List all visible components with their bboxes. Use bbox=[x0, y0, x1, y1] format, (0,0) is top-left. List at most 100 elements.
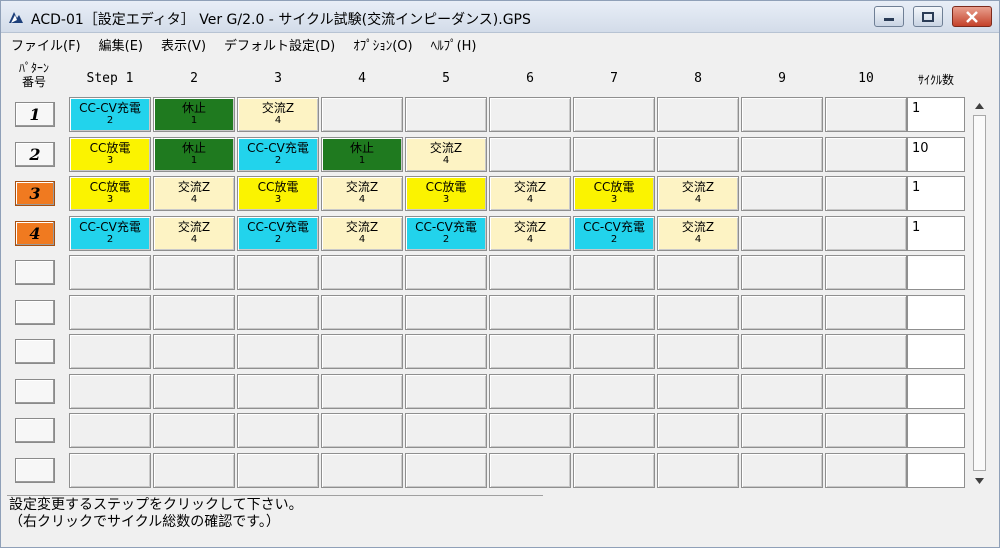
pattern-number-button[interactable] bbox=[15, 418, 55, 443]
step-cell[interactable]: CC-CV充電 2 bbox=[573, 216, 655, 251]
step-cell[interactable] bbox=[489, 374, 571, 409]
step-cell[interactable] bbox=[825, 413, 907, 448]
menu-default-settings[interactable]: デフォルト設定(D) bbox=[214, 35, 343, 54]
step-cell[interactable]: CC放電 3 bbox=[405, 176, 487, 211]
cycle-count-field[interactable]: 1 bbox=[907, 176, 965, 211]
step-cell[interactable] bbox=[69, 453, 151, 488]
step-cell[interactable] bbox=[825, 295, 907, 330]
step-cell[interactable] bbox=[69, 295, 151, 330]
step-cell[interactable] bbox=[573, 97, 655, 132]
step-cell[interactable]: CC放電 3 bbox=[69, 176, 151, 211]
step-cell[interactable] bbox=[237, 295, 319, 330]
step-cell[interactable]: 交流Z 4 bbox=[237, 97, 319, 132]
step-cell[interactable] bbox=[657, 255, 739, 290]
maximize-button[interactable] bbox=[913, 6, 943, 27]
step-cell[interactable]: 交流Z 4 bbox=[405, 137, 487, 172]
cycle-count-field[interactable] bbox=[907, 295, 965, 330]
step-cell[interactable] bbox=[69, 334, 151, 369]
step-cell[interactable] bbox=[405, 413, 487, 448]
menu-file[interactable]: ファイル(F) bbox=[1, 35, 89, 54]
step-cell[interactable] bbox=[825, 137, 907, 172]
step-cell[interactable] bbox=[741, 97, 823, 132]
step-cell[interactable] bbox=[489, 295, 571, 330]
step-cell[interactable] bbox=[657, 137, 739, 172]
step-cell[interactable] bbox=[741, 295, 823, 330]
step-cell[interactable] bbox=[405, 97, 487, 132]
step-cell[interactable] bbox=[321, 374, 403, 409]
step-cell[interactable] bbox=[741, 334, 823, 369]
step-cell[interactable] bbox=[405, 334, 487, 369]
close-button[interactable] bbox=[952, 6, 992, 27]
step-cell[interactable]: CC放電 3 bbox=[237, 176, 319, 211]
step-cell[interactable] bbox=[321, 453, 403, 488]
step-cell[interactable] bbox=[405, 453, 487, 488]
step-cell[interactable] bbox=[405, 295, 487, 330]
step-cell[interactable] bbox=[657, 97, 739, 132]
step-cell[interactable] bbox=[825, 453, 907, 488]
step-cell[interactable] bbox=[573, 334, 655, 369]
cycle-count-field[interactable] bbox=[907, 374, 965, 409]
step-cell[interactable] bbox=[237, 255, 319, 290]
step-cell[interactable] bbox=[573, 413, 655, 448]
step-cell[interactable] bbox=[237, 334, 319, 369]
pattern-number-button[interactable]: 4 bbox=[15, 221, 55, 246]
scroll-up-arrow-icon[interactable] bbox=[971, 97, 988, 114]
step-cell[interactable] bbox=[321, 255, 403, 290]
step-cell[interactable]: 休止 1 bbox=[153, 97, 235, 132]
step-cell[interactable] bbox=[69, 413, 151, 448]
cycle-count-field[interactable]: 1 bbox=[907, 97, 965, 132]
step-cell[interactable] bbox=[741, 176, 823, 211]
cycle-count-field[interactable]: 1 bbox=[907, 216, 965, 251]
step-cell[interactable] bbox=[825, 97, 907, 132]
step-cell[interactable]: 交流Z 4 bbox=[657, 176, 739, 211]
step-cell[interactable] bbox=[153, 374, 235, 409]
step-cell[interactable]: 休止 1 bbox=[321, 137, 403, 172]
step-cell[interactable] bbox=[321, 295, 403, 330]
step-cell[interactable] bbox=[825, 334, 907, 369]
step-cell[interactable] bbox=[69, 374, 151, 409]
cycle-count-field[interactable] bbox=[907, 334, 965, 369]
menu-options[interactable]: ｵﾌﾟｼｮﾝ(O) bbox=[343, 35, 420, 54]
vertical-scrollbar[interactable] bbox=[971, 97, 988, 489]
step-cell[interactable] bbox=[825, 176, 907, 211]
step-cell[interactable] bbox=[657, 374, 739, 409]
step-cell[interactable] bbox=[321, 334, 403, 369]
step-cell[interactable] bbox=[741, 255, 823, 290]
title-bar[interactable]: ACD-01［設定エディタ］ Ver G/2.0 - サイクル試験(交流インピー… bbox=[1, 1, 999, 33]
step-cell[interactable] bbox=[489, 413, 571, 448]
step-cell[interactable] bbox=[573, 295, 655, 330]
step-cell[interactable]: CC-CV充電 2 bbox=[237, 216, 319, 251]
pattern-number-button[interactable] bbox=[15, 379, 55, 404]
step-cell[interactable] bbox=[405, 255, 487, 290]
step-cell[interactable] bbox=[321, 413, 403, 448]
step-cell[interactable] bbox=[237, 413, 319, 448]
step-cell[interactable] bbox=[573, 374, 655, 409]
step-cell[interactable] bbox=[573, 255, 655, 290]
step-cell[interactable] bbox=[657, 295, 739, 330]
cycle-count-field[interactable] bbox=[907, 255, 965, 290]
step-cell[interactable] bbox=[657, 413, 739, 448]
step-cell[interactable] bbox=[489, 334, 571, 369]
step-cell[interactable]: 交流Z 4 bbox=[489, 176, 571, 211]
pattern-number-button[interactable]: 3 bbox=[15, 181, 55, 206]
step-cell[interactable] bbox=[741, 374, 823, 409]
step-cell[interactable]: CC放電 3 bbox=[573, 176, 655, 211]
step-cell[interactable] bbox=[741, 453, 823, 488]
step-cell[interactable] bbox=[237, 453, 319, 488]
step-cell[interactable]: 交流Z 4 bbox=[321, 216, 403, 251]
cycle-count-field[interactable] bbox=[907, 413, 965, 448]
step-cell[interactable]: CC放電 3 bbox=[69, 137, 151, 172]
step-cell[interactable] bbox=[489, 453, 571, 488]
step-cell[interactable] bbox=[741, 216, 823, 251]
menu-view[interactable]: 表示(V) bbox=[151, 35, 214, 54]
pattern-number-button[interactable] bbox=[15, 300, 55, 325]
step-cell[interactable] bbox=[153, 255, 235, 290]
step-cell[interactable]: CC-CV充電 2 bbox=[69, 216, 151, 251]
step-cell[interactable] bbox=[825, 255, 907, 290]
step-cell[interactable] bbox=[321, 97, 403, 132]
step-cell[interactable] bbox=[825, 216, 907, 251]
step-cell[interactable] bbox=[489, 97, 571, 132]
step-cell[interactable]: 交流Z 4 bbox=[657, 216, 739, 251]
pattern-number-button[interactable]: 1 bbox=[15, 102, 55, 127]
step-cell[interactable] bbox=[489, 137, 571, 172]
